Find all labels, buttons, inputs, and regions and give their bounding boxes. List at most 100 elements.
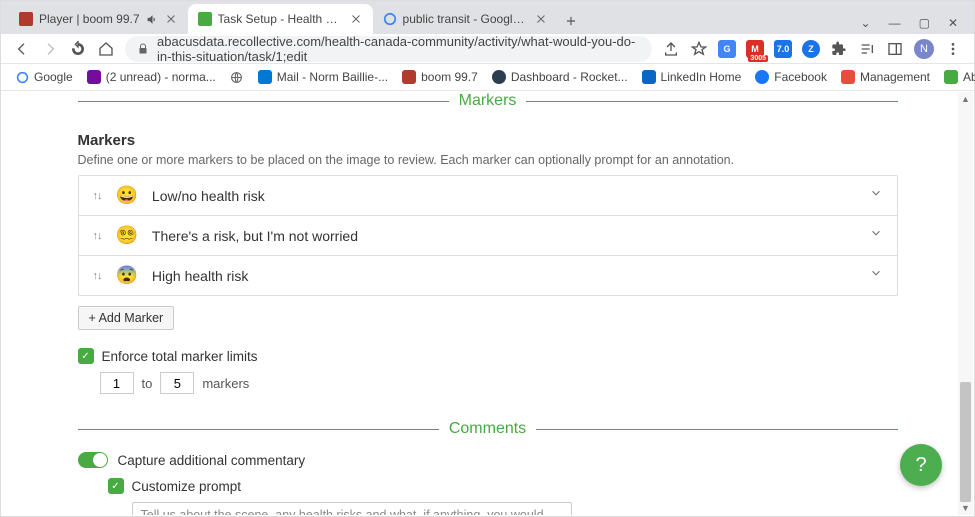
customize-label: Customize prompt	[132, 479, 242, 494]
marker-emoji: 😵‍💫	[116, 225, 138, 246]
drag-handle-icon[interactable]: ↑↓	[93, 270, 102, 282]
customize-prompt-checkbox[interactable]: ✓ Customize prompt	[108, 478, 898, 494]
ext-icon[interactable]: G	[718, 40, 736, 58]
marker-emoji: 😨	[116, 265, 138, 286]
add-marker-button[interactable]: + Add Marker	[78, 306, 175, 330]
profile-avatar[interactable]: N	[914, 39, 934, 59]
page-viewport: Markers Markers Define one or more marke…	[2, 92, 973, 515]
markers-heading: Markers	[78, 132, 898, 149]
tab-strip: Player | boom 99.7 Task Setup - Health C…	[1, 1, 974, 34]
ext-icon[interactable]: M3005	[746, 40, 764, 58]
bookmark-label: Facebook	[774, 70, 827, 84]
bookmark-label: Google	[34, 70, 73, 84]
chevron-down-icon[interactable]	[869, 266, 883, 285]
limit-min-input[interactable]	[100, 372, 134, 394]
bookmark[interactable]	[230, 70, 244, 84]
scroll-up-icon[interactable]: ▲	[958, 92, 973, 106]
reload-button[interactable]	[69, 40, 87, 58]
chevron-down-icon[interactable]	[869, 226, 883, 245]
marker-label: There's a risk, but I'm not worried	[152, 228, 855, 244]
scroll-thumb[interactable]	[960, 382, 971, 502]
share-icon[interactable]	[662, 40, 680, 58]
bookmark-label: Management	[860, 70, 930, 84]
enforce-limits-checkbox[interactable]: ✓ Enforce total marker limits	[78, 348, 898, 364]
favicon-icon	[841, 70, 855, 84]
bookmark-label: Mail - Norm Baillie-...	[277, 70, 388, 84]
tab-task-setup[interactable]: Task Setup - Health Canada Com	[188, 4, 373, 34]
tab-title: Player | boom 99.7	[39, 12, 140, 26]
to-label: to	[142, 376, 153, 391]
bookmark[interactable]: Dashboard - Rocket...	[492, 70, 628, 84]
globe-icon	[230, 70, 244, 84]
favicon-boom	[19, 12, 33, 26]
bookmark-label: Abacus Data	[963, 70, 975, 84]
marker-row[interactable]: ↑↓ 😀 Low/no health risk	[79, 176, 897, 215]
tab-google-search[interactable]: public transit - Google Search	[373, 4, 558, 34]
window-controls: ⌄ ― ▢ ✕	[845, 16, 974, 34]
bookmark[interactable]: Google	[15, 70, 73, 84]
scroll-down-icon[interactable]: ▼	[958, 501, 973, 515]
scrollbar[interactable]: ▲ ▼	[958, 92, 973, 515]
bookmark[interactable]: Mail - Norm Baillie-...	[258, 70, 388, 84]
favicon-recollective	[198, 12, 212, 26]
bookmark[interactable]: Management	[841, 70, 930, 84]
bookmark-label: boom 99.7	[421, 70, 478, 84]
drag-handle-icon[interactable]: ↑↓	[93, 190, 102, 202]
address-bar[interactable]: abacusdata.recollective.com/health-canad…	[125, 36, 652, 62]
extensions-icon[interactable]	[830, 40, 848, 58]
audio-icon[interactable]	[146, 13, 159, 26]
close-icon[interactable]	[535, 13, 548, 26]
marker-label: Low/no health risk	[152, 188, 855, 204]
bookmark-label: Dashboard - Rocket...	[511, 70, 628, 84]
reading-list-icon[interactable]	[858, 40, 876, 58]
chevron-down-icon[interactable]	[869, 186, 883, 205]
bookmark-star-icon[interactable]	[690, 40, 708, 58]
maximize-icon[interactable]: ▢	[919, 16, 930, 30]
favicon-icon	[402, 70, 416, 84]
tab-title: public transit - Google Search	[403, 12, 529, 26]
help-fab[interactable]: ?	[900, 444, 942, 486]
close-icon[interactable]	[350, 13, 363, 26]
favicon-icon	[944, 70, 958, 84]
section-divider-markers: Markers	[78, 92, 898, 110]
home-button[interactable]	[97, 40, 115, 58]
bookmarks-bar: Google (2 unread) - norma... Mail - Norm…	[1, 64, 974, 91]
close-window-icon[interactable]: ✕	[948, 16, 958, 30]
bookmark[interactable]: Facebook	[755, 70, 827, 84]
back-button[interactable]	[13, 40, 31, 58]
limit-max-input[interactable]	[160, 372, 194, 394]
tab-title: Task Setup - Health Canada Com	[218, 12, 344, 26]
marker-row[interactable]: ↑↓ 😵‍💫 There's a risk, but I'm not worri…	[79, 215, 897, 255]
marker-label: High health risk	[152, 268, 855, 284]
bookmark[interactable]: boom 99.7	[402, 70, 478, 84]
markers-subtext: Define one or more markers to be placed …	[78, 153, 898, 167]
checkbox-checked-icon: ✓	[78, 348, 94, 364]
forward-button[interactable]	[41, 40, 59, 58]
enforce-label: Enforce total marker limits	[102, 349, 258, 364]
section-divider-comments: Comments	[78, 420, 898, 438]
minimize-icon[interactable]: ―	[889, 16, 901, 30]
favicon-icon	[755, 70, 769, 84]
sidepanel-icon[interactable]	[886, 40, 904, 58]
tab-boom[interactable]: Player | boom 99.7	[9, 4, 188, 34]
ext-icon[interactable]: 7.0	[774, 40, 792, 58]
new-tab-button[interactable]	[558, 8, 584, 34]
bookmark[interactable]: (2 unread) - norma...	[87, 70, 216, 84]
close-icon[interactable]	[165, 13, 178, 26]
bookmark[interactable]: LinkedIn Home	[642, 70, 742, 84]
menu-icon[interactable]	[944, 40, 962, 58]
ext-icon[interactable]: Z	[802, 40, 820, 58]
marker-limit-inputs: to markers	[100, 372, 898, 394]
prompt-text-input[interactable]: Tell us about the scene, any health risk…	[132, 502, 572, 515]
chevron-down-icon[interactable]: ⌄	[861, 16, 871, 30]
drag-handle-icon[interactable]: ↑↓	[93, 230, 102, 242]
favicon-icon	[492, 70, 506, 84]
favicon-google	[383, 12, 397, 26]
favicon-icon	[15, 70, 29, 84]
checkbox-checked-icon: ✓	[108, 478, 124, 494]
capture-commentary-toggle[interactable]: Capture additional commentary	[78, 452, 898, 468]
bookmark-label: (2 unread) - norma...	[106, 70, 216, 84]
bookmark[interactable]: Abacus Data	[944, 70, 975, 84]
marker-row[interactable]: ↑↓ 😨 High health risk	[79, 255, 897, 295]
toolbar: abacusdata.recollective.com/health-canad…	[1, 34, 974, 64]
